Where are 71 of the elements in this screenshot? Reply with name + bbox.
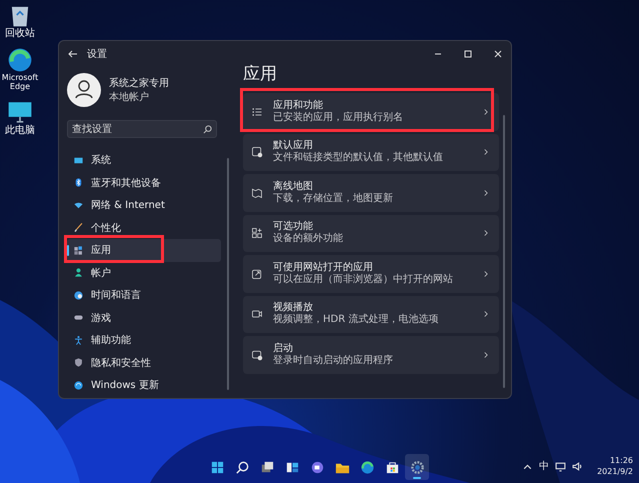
desktop-icon-label[interactable]: Microsoft Edge — [0, 73, 40, 91]
nav-item[interactable]: Windows 更新 — [67, 374, 221, 396]
avatar-icon[interactable] — [67, 73, 101, 107]
browser-icon — [360, 460, 374, 474]
person-icon — [73, 267, 84, 278]
gear-icon — [410, 460, 424, 474]
start-icon — [210, 460, 224, 474]
nav-item[interactable]: 系统 — [67, 149, 221, 172]
scrollbar[interactable] — [227, 158, 229, 390]
card-title: 可选功能 — [273, 221, 314, 232]
desktop-icon-label[interactable]: 此电脑 — [0, 125, 40, 136]
desktop-icon-label[interactable]: 回收站 — [0, 28, 40, 39]
settings-card[interactable]: 视频播放 视频调整，HDR 流式处理，电池选项 — [243, 296, 499, 333]
account-type: 本地帐户 — [109, 90, 150, 104]
card-title: 离线地图 — [273, 180, 314, 192]
card-description: 可以在应用（而非浏览器）中打开的网站 — [273, 274, 454, 286]
accessibility-icon — [73, 334, 84, 346]
store-icon — [384, 460, 400, 474]
grid-plus-icon — [251, 227, 263, 240]
user-name: 系统之家专用 — [109, 76, 169, 90]
back-arrow-icon[interactable] — [68, 49, 78, 59]
card-title: 应用和功能 — [273, 100, 324, 112]
bluetooth-icon — [73, 177, 84, 188]
card-description: 视频调整，HDR 流式处理，电池选项 — [273, 314, 440, 326]
card-description: 下载，存储位置，地图更新 — [273, 192, 394, 205]
settings-card[interactable]: 可使用网站打开的应用 可以在应用（而非浏览器）中打开的网站 — [243, 255, 499, 292]
input-method-indicator[interactable]: 中 — [539, 459, 550, 473]
window-title: 设置 — [87, 48, 107, 61]
clock-date[interactable]: 2021/9/2 — [597, 466, 633, 477]
nav-item[interactable]: 游戏 — [67, 306, 221, 329]
nav-item[interactable]: 时间和语言 — [67, 284, 221, 306]
nav-item[interactable]: 帐户 — [67, 262, 221, 284]
settings-card[interactable]: 离线地图 下载，存储位置，地图更新 — [243, 174, 499, 212]
card-description: 已安装的应用，应用执行别名 — [273, 112, 404, 124]
list-icon — [251, 106, 263, 118]
map-icon — [251, 186, 263, 199]
search-field[interactable]: 查找设置 — [67, 120, 217, 138]
clock-time[interactable]: 11:26 — [610, 455, 633, 466]
nav-item[interactable]: 网络 & Internet — [67, 194, 221, 216]
card-description: 登录时自动启动的应用程序 — [273, 354, 394, 367]
gear-taskbar-button[interactable] — [405, 454, 429, 480]
task-view-icon — [260, 460, 274, 474]
card-title: 可使用网站打开的应用 — [273, 262, 374, 274]
brush-icon — [73, 222, 84, 234]
close-icon[interactable] — [493, 49, 503, 59]
nav-item[interactable]: 蓝牙和其他设备 — [67, 172, 221, 194]
video-camera-icon — [251, 308, 263, 320]
nav-item[interactable]: 个性化 — [67, 216, 221, 239]
page-title: 应用 — [243, 63, 278, 86]
settings-card[interactable]: 可选功能 设备的额外功能 — [243, 214, 499, 252]
chat-icon — [310, 460, 324, 474]
selection-indicator — [67, 245, 69, 256]
apps-icon — [73, 244, 84, 256]
scrollbar[interactable] — [503, 115, 505, 388]
nav-item[interactable]: 隐私和安全性 — [67, 352, 221, 374]
card-title: 视频播放 — [273, 302, 314, 314]
volume-icon[interactable] — [572, 460, 584, 472]
settings-card[interactable]: 启动 登录时自动启动的应用程序 — [243, 336, 499, 374]
maximize-icon[interactable] — [463, 49, 473, 59]
browser-icon[interactable] — [7, 47, 33, 73]
card-description: 文件和链接类型的默认值，其他默认值 — [273, 152, 444, 164]
nav-item[interactable]: 辅助功能 — [67, 329, 221, 352]
card-title: 默认应用 — [273, 140, 314, 152]
card-description: 设备的额外功能 — [273, 233, 344, 246]
open-link-icon — [251, 268, 263, 280]
active-indicator — [413, 477, 421, 479]
search-icon — [203, 124, 212, 134]
search-icon — [234, 460, 250, 474]
settings-card[interactable]: 默认应用 文件和链接类型的默认值，其他默认值 — [243, 134, 499, 171]
card-title: 启动 — [273, 342, 294, 355]
shield-icon — [73, 357, 84, 368]
